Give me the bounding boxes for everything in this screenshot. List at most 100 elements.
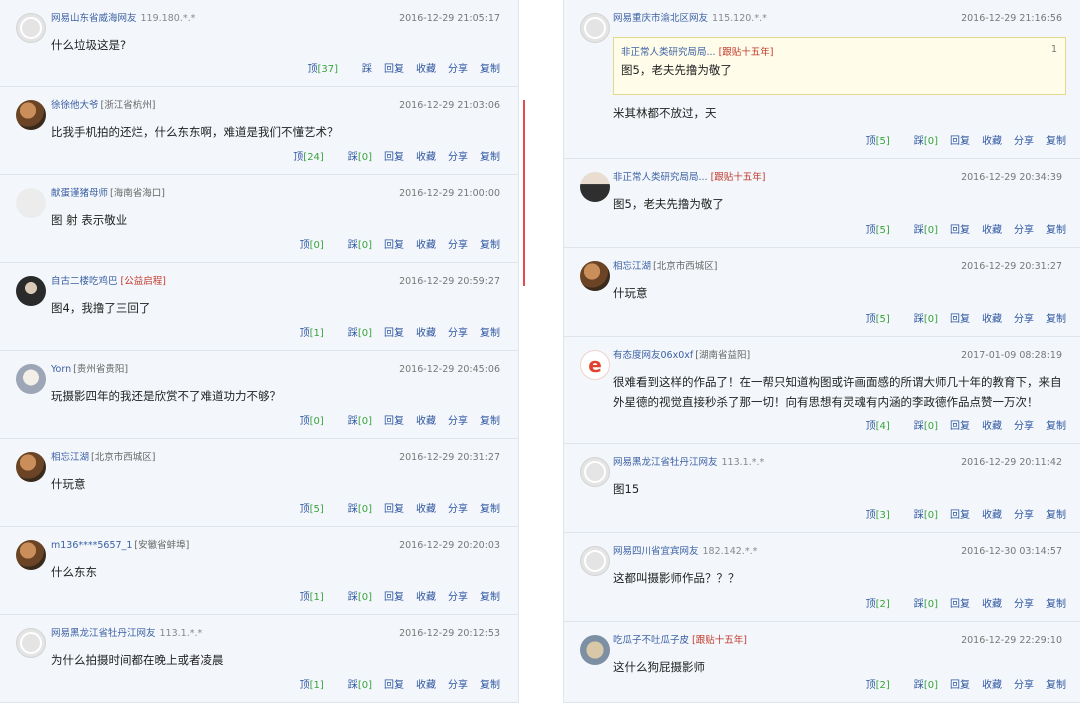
username-link[interactable]: 网易重庆市渝北区网友 bbox=[613, 13, 708, 24]
reply-button[interactable]: 回复 bbox=[950, 136, 970, 147]
downvote-button[interactable]: 踩[0] bbox=[336, 416, 372, 427]
reply-button[interactable]: 回复 bbox=[384, 680, 404, 691]
copy-button[interactable]: 复制 bbox=[1046, 680, 1066, 691]
avatar[interactable] bbox=[580, 635, 610, 665]
username-link[interactable]: 有态度网友06x0xf bbox=[613, 350, 693, 361]
reply-button[interactable]: 回复 bbox=[950, 314, 970, 325]
downvote-button[interactable]: 踩[0] bbox=[902, 136, 938, 147]
avatar[interactable] bbox=[580, 457, 610, 487]
share-button[interactable]: 分享 bbox=[448, 504, 468, 515]
reply-button[interactable]: 回复 bbox=[950, 421, 970, 432]
copy-button[interactable]: 复制 bbox=[1046, 225, 1066, 236]
favorite-button[interactable]: 收藏 bbox=[416, 680, 436, 691]
reply-button[interactable]: 回复 bbox=[950, 510, 970, 521]
share-button[interactable]: 分享 bbox=[1014, 225, 1034, 236]
quoted-username[interactable]: 非正常人类研究局局... bbox=[621, 47, 716, 58]
username-link[interactable]: 非正常人类研究局局... bbox=[613, 172, 708, 183]
upvote-button[interactable]: 顶[0] bbox=[288, 240, 324, 251]
upvote-button[interactable]: 顶[5] bbox=[854, 225, 890, 236]
copy-button[interactable]: 复制 bbox=[480, 680, 500, 691]
copy-button[interactable]: 复制 bbox=[480, 592, 500, 603]
username-link[interactable]: 相忘江湖 bbox=[51, 452, 89, 463]
share-button[interactable]: 分享 bbox=[1014, 510, 1034, 521]
reply-button[interactable]: 回复 bbox=[384, 416, 404, 427]
reply-button[interactable]: 回复 bbox=[384, 152, 404, 163]
reply-button[interactable]: 回复 bbox=[950, 599, 970, 610]
favorite-button[interactable]: 收藏 bbox=[416, 328, 436, 339]
favorite-button[interactable]: 收藏 bbox=[416, 504, 436, 515]
copy-button[interactable]: 复制 bbox=[1046, 599, 1066, 610]
upvote-button[interactable]: 顶[5] bbox=[854, 136, 890, 147]
reply-button[interactable]: 回复 bbox=[384, 504, 404, 515]
upvote-button[interactable]: 顶[3] bbox=[854, 510, 890, 521]
favorite-button[interactable]: 收藏 bbox=[982, 510, 1002, 521]
avatar[interactable] bbox=[16, 276, 46, 306]
username-link[interactable]: 献蛋谨猪母师 bbox=[51, 188, 108, 199]
share-button[interactable]: 分享 bbox=[448, 592, 468, 603]
downvote-button[interactable]: 踩[0] bbox=[902, 680, 938, 691]
upvote-button[interactable]: 顶[1] bbox=[288, 328, 324, 339]
share-button[interactable]: 分享 bbox=[1014, 599, 1034, 610]
avatar[interactable]: e bbox=[580, 350, 610, 380]
downvote-button[interactable]: 踩[0] bbox=[336, 680, 372, 691]
avatar[interactable] bbox=[16, 188, 46, 218]
downvote-button[interactable]: 踩 bbox=[350, 64, 372, 75]
avatar[interactable] bbox=[580, 261, 610, 291]
reply-button[interactable]: 回复 bbox=[950, 680, 970, 691]
downvote-button[interactable]: 踩[0] bbox=[902, 314, 938, 325]
share-button[interactable]: 分享 bbox=[1014, 421, 1034, 432]
copy-button[interactable]: 复制 bbox=[1046, 510, 1066, 521]
avatar[interactable] bbox=[16, 13, 46, 43]
downvote-button[interactable]: 踩[0] bbox=[336, 152, 372, 163]
share-button[interactable]: 分享 bbox=[448, 416, 468, 427]
reply-button[interactable]: 回复 bbox=[384, 240, 404, 251]
favorite-button[interactable]: 收藏 bbox=[982, 680, 1002, 691]
downvote-button[interactable]: 踩[0] bbox=[902, 510, 938, 521]
upvote-button[interactable]: 顶[2] bbox=[854, 599, 890, 610]
share-button[interactable]: 分享 bbox=[1014, 680, 1034, 691]
upvote-button[interactable]: 顶[37] bbox=[295, 64, 338, 75]
upvote-button[interactable]: 顶[5] bbox=[288, 504, 324, 515]
username-link[interactable]: 网易黑龙江省牡丹江网友 bbox=[613, 457, 718, 468]
favorite-button[interactable]: 收藏 bbox=[416, 416, 436, 427]
copy-button[interactable]: 复制 bbox=[480, 152, 500, 163]
copy-button[interactable]: 复制 bbox=[480, 240, 500, 251]
username-link[interactable]: 自古二楼吃鸡巴 bbox=[51, 276, 118, 287]
upvote-button[interactable]: 顶[0] bbox=[288, 416, 324, 427]
favorite-button[interactable]: 收藏 bbox=[416, 592, 436, 603]
share-button[interactable]: 分享 bbox=[1014, 136, 1034, 147]
avatar[interactable] bbox=[16, 540, 46, 570]
username-link[interactable]: m136****5657_1 bbox=[51, 540, 132, 551]
upvote-button[interactable]: 顶[5] bbox=[854, 314, 890, 325]
copy-button[interactable]: 复制 bbox=[480, 64, 500, 75]
upvote-button[interactable]: 顶[24] bbox=[281, 152, 324, 163]
share-button[interactable]: 分享 bbox=[448, 680, 468, 691]
favorite-button[interactable]: 收藏 bbox=[982, 225, 1002, 236]
reply-button[interactable]: 回复 bbox=[384, 328, 404, 339]
downvote-button[interactable]: 踩[0] bbox=[902, 599, 938, 610]
share-button[interactable]: 分享 bbox=[448, 328, 468, 339]
share-button[interactable]: 分享 bbox=[448, 152, 468, 163]
copy-button[interactable]: 复制 bbox=[480, 328, 500, 339]
favorite-button[interactable]: 收藏 bbox=[982, 599, 1002, 610]
downvote-button[interactable]: 踩[0] bbox=[336, 592, 372, 603]
favorite-button[interactable]: 收藏 bbox=[416, 152, 436, 163]
username-link[interactable]: 网易黑龙江省牡丹江网友 bbox=[51, 628, 156, 639]
avatar[interactable] bbox=[580, 13, 610, 43]
username-link[interactable]: 徐徐他大爷 bbox=[51, 100, 99, 111]
favorite-button[interactable]: 收藏 bbox=[982, 314, 1002, 325]
downvote-button[interactable]: 踩[0] bbox=[336, 328, 372, 339]
copy-button[interactable]: 复制 bbox=[480, 504, 500, 515]
username-link[interactable]: 网易四川省宜宾网友 bbox=[613, 546, 699, 557]
upvote-button[interactable]: 顶[1] bbox=[288, 592, 324, 603]
upvote-button[interactable]: 顶[4] bbox=[854, 421, 890, 432]
avatar[interactable] bbox=[16, 100, 46, 130]
downvote-button[interactable]: 踩[0] bbox=[336, 504, 372, 515]
avatar[interactable] bbox=[16, 364, 46, 394]
username-link[interactable]: 吃瓜子不吐瓜子皮 bbox=[613, 635, 689, 646]
username-link[interactable]: 网易山东省威海网友 bbox=[51, 13, 137, 24]
favorite-button[interactable]: 收藏 bbox=[982, 136, 1002, 147]
avatar[interactable] bbox=[580, 546, 610, 576]
copy-button[interactable]: 复制 bbox=[1046, 421, 1066, 432]
favorite-button[interactable]: 收藏 bbox=[416, 64, 436, 75]
